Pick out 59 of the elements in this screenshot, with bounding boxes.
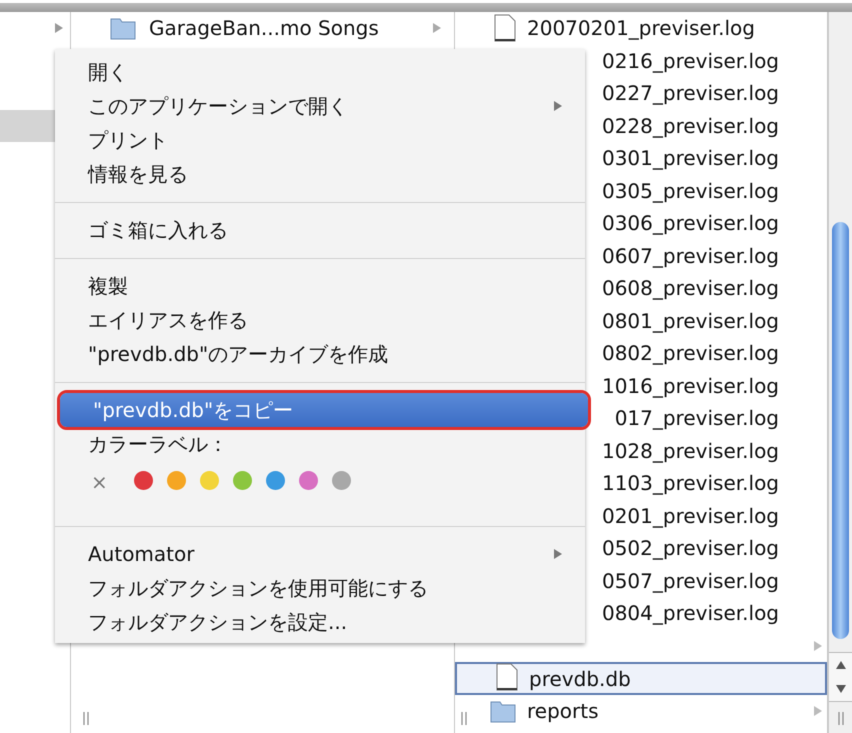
- resize-handle-icon[interactable]: [838, 712, 844, 725]
- file-name[interactable]: 0607_previser.log: [602, 244, 779, 268]
- file-name[interactable]: reports: [527, 698, 599, 723]
- resize-handle-icon[interactable]: [461, 712, 467, 725]
- disclosure-arrow-icon: [813, 704, 823, 717]
- color-label-dot[interactable]: [266, 471, 285, 490]
- file-name[interactable]: 0306_previser.log: [602, 211, 779, 236]
- no-label-option[interactable]: ×: [91, 471, 108, 493]
- menu-item[interactable]: "prevdb.db"のアーカイブを作成: [55, 337, 585, 371]
- document-icon: [495, 662, 519, 690]
- scrollbar[interactable]: [828, 12, 852, 733]
- menu-item[interactable]: エイリアスを作る: [55, 303, 585, 337]
- color-label-dot[interactable]: [232, 471, 252, 490]
- disclosure-arrow-icon: [813, 640, 823, 652]
- menu-item[interactable]: Automator: [55, 537, 585, 571]
- disclosure-arrow-icon: [432, 22, 442, 34]
- file-name[interactable]: 0502_previser.log: [602, 536, 779, 560]
- file-name[interactable]: 0801_previser.log: [602, 308, 779, 333]
- file-name[interactable]: 0216_previser.log: [602, 48, 779, 73]
- file-name[interactable]: 0301_previser.log: [602, 146, 779, 170]
- menu-item[interactable]: "prevdb.db"をコピー: [60, 393, 588, 427]
- folder-name[interactable]: GarageBan...mo Songs: [149, 16, 379, 40]
- color-label-dot[interactable]: [200, 471, 219, 490]
- color-label-dot[interactable]: [166, 471, 186, 490]
- file-name[interactable]: 0507_previser.log: [602, 568, 779, 593]
- file-name[interactable]: 0201_previser.log: [602, 504, 779, 528]
- file-name[interactable]: 1028_previser.log: [602, 438, 779, 463]
- disclosure-arrow-icon: [54, 22, 64, 34]
- menu-item[interactable]: 複製: [55, 269, 585, 303]
- menu-heading: カラーラベル：: [88, 430, 228, 458]
- file-name[interactable]: prevdb.db: [529, 666, 631, 690]
- file-name[interactable]: 017_previser.log: [614, 406, 779, 430]
- document-icon: [493, 14, 517, 42]
- color-label-dot[interactable]: [332, 471, 351, 490]
- scroll-up-icon[interactable]: [836, 661, 846, 669]
- file-name[interactable]: 0228_previser.log: [602, 114, 779, 138]
- file-name[interactable]: 0804_previser.log: [602, 601, 779, 626]
- file-name[interactable]: 0227_previser.log: [602, 81, 779, 106]
- submenu-arrow-icon: [553, 548, 563, 560]
- file-name[interactable]: 0608_previser.log: [602, 276, 779, 300]
- menu-item[interactable]: ゴミ箱に入れる: [55, 213, 585, 247]
- color-label-dot[interactable]: [134, 471, 153, 490]
- scroll-thumb[interactable]: [832, 222, 849, 639]
- file-name[interactable]: 0802_previser.log: [602, 341, 779, 366]
- menu-item[interactable]: 情報を見る: [55, 157, 585, 191]
- menu-item[interactable]: プリント: [55, 123, 585, 157]
- file-name[interactable]: 0305_previser.log: [602, 178, 779, 203]
- scroll-down-icon[interactable]: [836, 685, 846, 693]
- color-label-dot[interactable]: [298, 471, 318, 490]
- resize-handle-icon[interactable]: [83, 712, 89, 725]
- selected-row[interactable]: prevdb.db: [455, 662, 827, 694]
- file-name[interactable]: 20070201_previser.log: [527, 16, 755, 40]
- file-name[interactable]: 1103_previser.log: [602, 471, 779, 496]
- menu-item[interactable]: フォルダアクションを設定...: [55, 605, 585, 639]
- menu-item[interactable]: このアプリケーションで開く: [55, 89, 585, 123]
- menu-item[interactable]: フォルダアクションを使用可能にする: [55, 571, 585, 605]
- submenu-arrow-icon: [553, 100, 563, 112]
- file-name[interactable]: 1016_previser.log: [602, 374, 779, 398]
- menu-item[interactable]: 開く: [55, 55, 585, 89]
